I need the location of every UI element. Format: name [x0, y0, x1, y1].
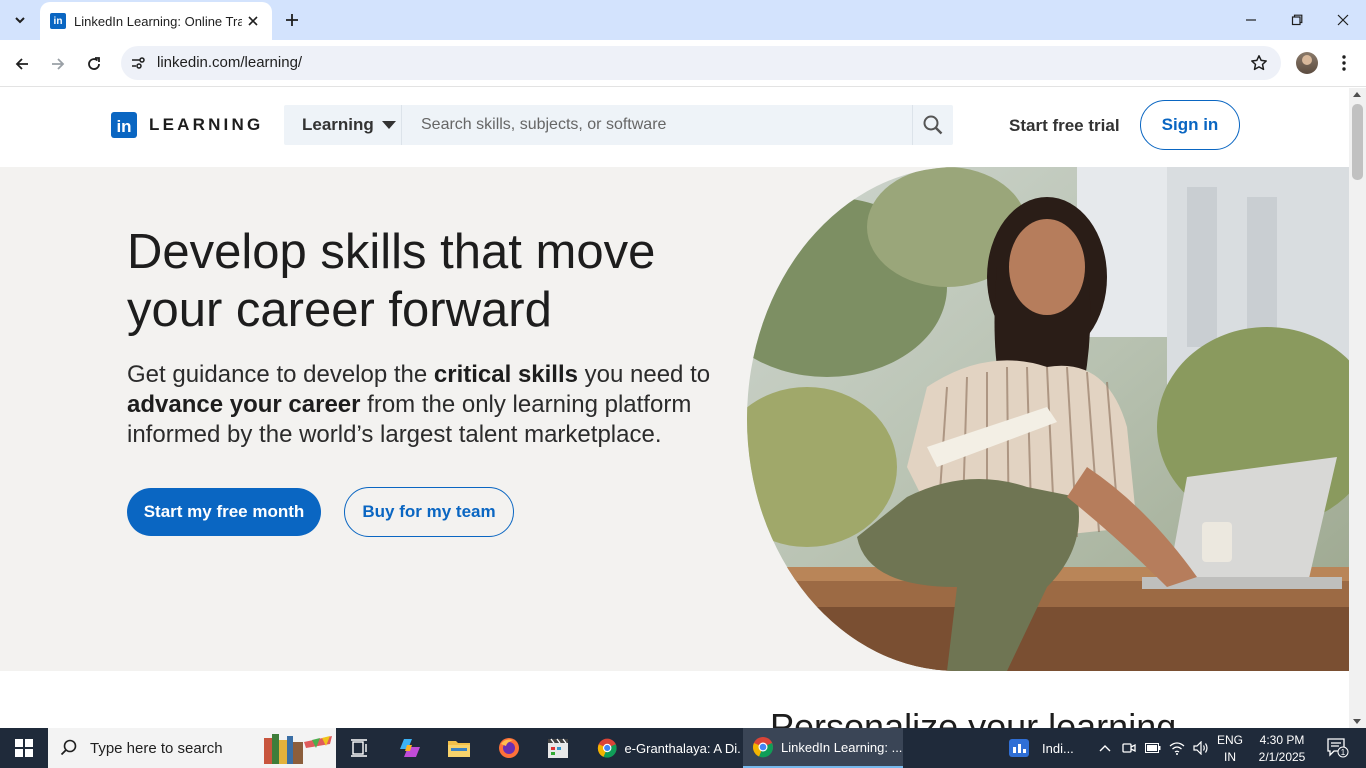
page-scrollbar[interactable] — [1349, 88, 1366, 728]
start-free-month-button[interactable]: Start my free month — [127, 488, 321, 536]
linkedin-favicon-icon: in — [50, 13, 66, 29]
camera-icon — [1122, 743, 1136, 753]
firefox-button[interactable] — [485, 728, 533, 768]
scroll-up-icon[interactable] — [1353, 92, 1361, 97]
taskbar-app-egranthalaya[interactable]: e-Granthalaya: A Di... — [588, 728, 740, 768]
hero-subtitle: Get guidance to develop the critical ski… — [127, 361, 711, 448]
web-page: in LEARNING Learning Start free trial Si… — [0, 88, 1349, 728]
sign-in-button[interactable]: Sign in — [1140, 100, 1240, 150]
taskbar-app-label: e-Granthalaya: A Di... — [624, 740, 740, 756]
linkedin-learning-logo[interactable]: in LEARNING — [111, 112, 263, 138]
arrow-right-icon — [52, 58, 65, 70]
firefox-icon — [499, 738, 519, 758]
site-header: in LEARNING Learning Start free trial Si… — [0, 88, 1349, 167]
show-hidden-icons-button[interactable] — [1094, 728, 1116, 768]
task-view-button[interactable] — [336, 728, 384, 768]
profile-avatar[interactable] — [1296, 52, 1318, 74]
clock[interactable]: 4:30 PM 2/1/2025 — [1250, 733, 1314, 764]
start-button[interactable] — [0, 728, 48, 768]
weather-widget[interactable]: Indi... — [1000, 728, 1090, 768]
reload-button[interactable] — [80, 50, 108, 78]
logo-wordmark: LEARNING — [149, 115, 264, 134]
task-view-icon — [351, 739, 367, 757]
forward-button[interactable] — [44, 50, 72, 78]
hero-title: Develop skills that move your career for… — [127, 225, 656, 337]
chevron-up-icon — [1099, 745, 1111, 752]
back-button[interactable] — [8, 50, 36, 78]
windows-logo-icon — [15, 739, 33, 757]
minimize-button[interactable] — [1228, 0, 1274, 40]
plus-icon — [286, 14, 298, 26]
search-bar: Learning — [284, 105, 953, 145]
file-explorer-button[interactable] — [435, 728, 483, 768]
taskbar-app-label: LinkedIn Learning: ... — [781, 739, 903, 755]
taskbar-app-linkedin-learning[interactable]: LinkedIn Learning: ... — [743, 728, 903, 768]
reload-icon — [88, 57, 100, 70]
copilot-icon — [400, 739, 420, 757]
dropdown-label: Learning — [302, 115, 374, 134]
chrome-icon — [753, 737, 773, 758]
search-icon — [60, 739, 77, 756]
notification-count: 1 — [1341, 748, 1346, 757]
search-scope-dropdown[interactable]: Learning — [284, 105, 402, 145]
battery-icon — [1145, 743, 1161, 753]
search-button[interactable] — [912, 105, 953, 145]
chrome-icon — [597, 738, 617, 758]
tab-title: LinkedIn Learning: Online Traini — [74, 13, 242, 29]
personalize-heading: Personalize your learning — [770, 706, 1177, 728]
arrow-left-icon — [15, 58, 28, 70]
wifi-icon — [1169, 742, 1185, 755]
browser-toolbar: linkedin.com/learning/ — [0, 40, 1366, 87]
new-tab-button[interactable] — [280, 8, 304, 32]
close-icon — [248, 16, 258, 26]
minimize-icon — [1246, 19, 1256, 21]
tab-close-button[interactable] — [244, 12, 262, 30]
copilot-app-button[interactable] — [386, 728, 434, 768]
meet-now-button[interactable] — [1118, 728, 1140, 768]
taskbar-search-text: Type here to search — [90, 739, 223, 757]
network-button[interactable] — [1166, 728, 1188, 768]
site-settings-icon[interactable] — [129, 54, 147, 72]
close-window-button[interactable] — [1320, 0, 1366, 40]
battery-button[interactable] — [1142, 728, 1164, 768]
start-free-trial-link[interactable]: Start free trial — [1009, 116, 1120, 136]
volume-button[interactable] — [1190, 728, 1212, 768]
bookmark-star-icon[interactable] — [1249, 53, 1269, 73]
weather-text: Indi... — [1042, 740, 1074, 756]
taskbar: Type here to search e-Granthalaya: A Di.… — [0, 728, 1366, 768]
folder-icon — [448, 741, 470, 757]
address-bar[interactable]: linkedin.com/learning/ — [121, 46, 1281, 80]
clapper-calendar-icon — [548, 738, 568, 758]
hero-section: Develop skills that move your career for… — [0, 167, 1349, 671]
tab-search-button[interactable] — [6, 6, 34, 34]
calendar-app-button[interactable] — [534, 728, 582, 768]
scroll-down-icon[interactable] — [1353, 719, 1361, 724]
input-language-indicator[interactable]: ENG IN — [1214, 733, 1246, 764]
hero-photo-woman-with-laptop — [747, 167, 1349, 671]
more-vertical-icon — [1342, 55, 1346, 71]
books-illustration-icon — [262, 732, 334, 766]
url-text: linkedin.com/learning/ — [157, 54, 303, 71]
notifications-button[interactable]: 1 — [1318, 728, 1358, 768]
notification-icon: 1 — [1327, 738, 1349, 758]
restore-button[interactable] — [1274, 0, 1320, 40]
scroll-thumb[interactable] — [1352, 104, 1363, 180]
restore-icon — [1291, 14, 1303, 26]
browser-tab-active[interactable]: in LinkedIn Learning: Online Traini — [40, 2, 272, 40]
browser-menu-button[interactable] — [1334, 52, 1354, 74]
caret-down-icon — [381, 121, 396, 129]
buy-for-team-button[interactable]: Buy for my team — [344, 487, 514, 537]
search-input[interactable] — [403, 105, 913, 145]
linkedin-logo-icon: in — [111, 112, 137, 138]
close-icon — [1337, 14, 1349, 26]
search-icon — [923, 115, 943, 135]
speaker-icon — [1193, 741, 1208, 755]
stock-chart-icon — [1009, 739, 1029, 757]
tab-strip: in LinkedIn Learning: Online Traini — [0, 0, 1366, 40]
chevron-down-icon — [15, 17, 25, 24]
